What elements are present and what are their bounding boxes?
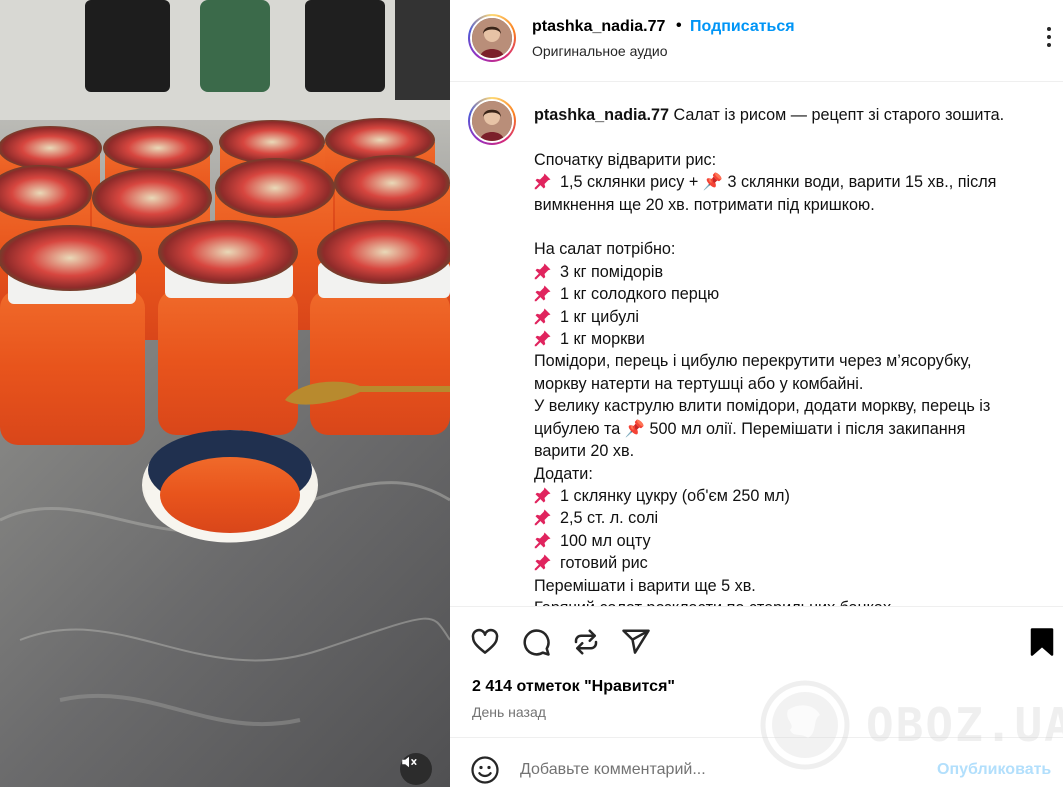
caption-text: ptashka_nadia.77 Салат із рисом — рецепт… [534, 104, 1054, 606]
caption-username[interactable]: ptashka_nadia.77 [534, 106, 673, 124]
post-date[interactable]: День назад [472, 704, 546, 720]
caption-line: готовий рис [534, 552, 1054, 574]
caption-line-text: Перемішати і варити ще 5 хв. [534, 576, 756, 595]
publish-button[interactable]: Опубликовать [937, 761, 1051, 779]
caption-line-text: вимкнення ще 20 хв. потримати під кришко… [534, 195, 875, 214]
caption-line: 1 кг моркви [534, 328, 1054, 350]
post-media-video[interactable] [0, 0, 450, 787]
caption-line: 1 склянку цукру (об'єм 250 мл) [534, 485, 1054, 507]
caption-line: Помідори, перець і цибулю перекрутити че… [534, 350, 1054, 372]
caption-line: 1 кг цибулі [534, 306, 1054, 328]
caption-line-text: 1 кг цибулі [560, 307, 639, 326]
caption-line: Гарячий салат розкласти по стерильних ба… [534, 597, 1054, 606]
avatar-image [470, 16, 514, 60]
speaker-muted-icon[interactable] [400, 753, 432, 785]
post-caption: ptashka_nadia.77 Салат із рисом — рецепт… [450, 83, 1063, 606]
caption-line: 100 мл оцту [534, 530, 1054, 552]
caption-line-text: цибулею та 📌 500 мл олії. Перемішати і п… [534, 419, 966, 438]
pushpin-icon [534, 487, 560, 505]
caption-line: Спочатку відварити рис: [534, 149, 1054, 171]
avatar[interactable] [468, 14, 516, 62]
caption-line-text: Додати: [534, 464, 593, 483]
caption-line-text: 100 мл оцту [560, 531, 651, 550]
likes-count[interactable]: 2 414 отметок "Нравится" [472, 678, 675, 696]
pushpin-icon [534, 263, 560, 281]
caption-line-text: На салат потрібно: [534, 240, 676, 259]
pushpin-icon [534, 330, 560, 348]
caption-line: У велику каструлю влити помідори, додати… [534, 395, 1054, 417]
salad-jars-photo [0, 0, 450, 787]
caption-line: 3 кг помідорів [534, 261, 1054, 283]
post-header: ptashka_nadia.77 • Подписаться Оригиналь… [450, 0, 1063, 82]
caption-line-text: 1 кг солодкого перцю [560, 285, 720, 304]
caption-line-text: 1 кг моркви [560, 330, 645, 349]
caption-line-text: 2,5 ст. л. солі [560, 509, 659, 528]
caption-line: варити 20 хв. [534, 440, 1054, 462]
caption-line: 1 кг солодкого перцю [534, 283, 1054, 305]
heart-icon[interactable] [470, 627, 500, 657]
follow-button[interactable]: Подписаться [690, 18, 795, 36]
comment-bar: Опубликовать [450, 738, 1063, 787]
pushpin-icon [534, 532, 560, 550]
caption-line [534, 126, 1054, 148]
caption-line-text: моркву натерти на тертушці або у комбайн… [534, 374, 864, 393]
caption-line [534, 216, 1054, 238]
comment-icon[interactable] [521, 627, 551, 657]
caption-line-text: Салат із рисом — рецепт зі старого зошит… [673, 106, 1005, 124]
caption-line-text: Спочатку відварити рис: [534, 150, 717, 169]
header-username[interactable]: ptashka_nadia.77 [532, 18, 665, 36]
caption-line-text: 1,5 склянки рису + 📌 3 склянки води, вар… [560, 173, 997, 192]
caption-line: 1,5 склянки рису + 📌 3 склянки води, вар… [534, 171, 1054, 193]
caption-line-text: У велику каструлю влити помідори, додати… [534, 397, 991, 416]
pushpin-icon [534, 285, 560, 303]
caption-line-text: 3 кг помідорів [560, 262, 664, 281]
pushpin-icon [534, 308, 560, 326]
caption-line: вимкнення ще 20 хв. потримати під кришко… [534, 194, 1054, 216]
repost-icon[interactable] [571, 627, 601, 657]
emoji-icon[interactable] [470, 755, 500, 785]
share-icon[interactable] [621, 627, 651, 657]
avatar[interactable] [468, 97, 516, 145]
more-vertical-icon[interactable] [1038, 24, 1060, 50]
caption-line-text: готовий рис [560, 554, 648, 573]
caption-line: На салат потрібно: [534, 238, 1054, 260]
separator-dot: • [676, 17, 682, 34]
caption-line: Перемішати і варити ще 5 хв. [534, 575, 1054, 597]
caption-line: цибулею та 📌 500 мл олії. Перемішати і п… [534, 418, 1054, 440]
caption-line-text [534, 218, 539, 236]
post-actions: 2 414 отметок "Нравится" День назад OBOZ… [450, 606, 1063, 770]
pushpin-icon [534, 554, 560, 572]
pushpin-icon [534, 509, 560, 527]
caption-line-text: 1 склянку цукру (об'єм 250 мл) [560, 486, 790, 505]
post-details-pane: ptashka_nadia.77 • Подписаться Оригиналь… [450, 0, 1063, 787]
bookmark-icon[interactable] [1027, 627, 1057, 657]
caption-line: 2,5 ст. л. солі [534, 507, 1054, 529]
comment-input[interactable] [520, 758, 920, 782]
caption-line: ptashka_nadia.77 Салат із рисом — рецепт… [534, 104, 1054, 126]
caption-line-text: варити 20 хв. [534, 442, 635, 461]
caption-line-text [534, 128, 539, 146]
caption-line: моркву натерти на тертушці або у комбайн… [534, 373, 1054, 395]
pushpin-icon [534, 173, 560, 191]
caption-line-text: Помідори, перець і цибулю перекрутити че… [534, 352, 972, 371]
avatar-image [470, 99, 514, 143]
audio-label[interactable]: Оригинальное аудио [532, 43, 668, 59]
caption-line: Додати: [534, 463, 1054, 485]
caption-line-text: Гарячий салат розкласти по стерильних ба… [534, 599, 891, 606]
